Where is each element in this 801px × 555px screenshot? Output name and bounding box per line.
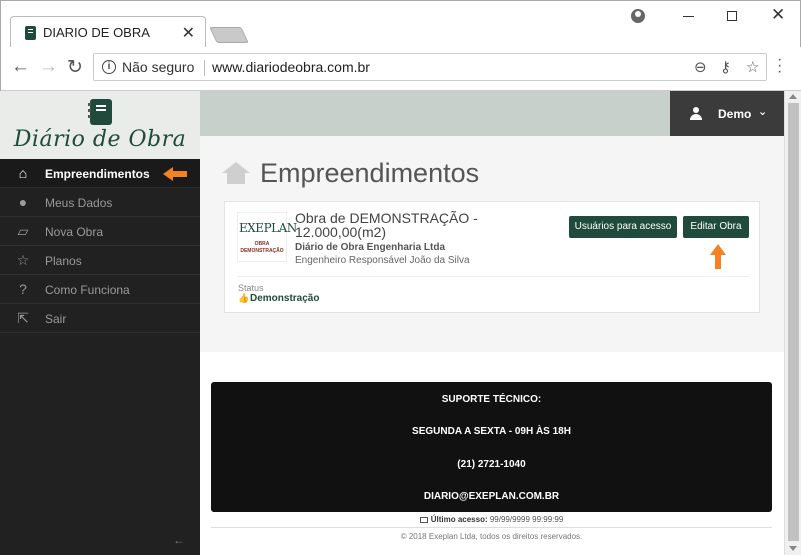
sidebar-item-label: Como Funciona — [45, 283, 130, 297]
company-logo-subtitle: OBRA DEMONSTRAÇÃO — [240, 241, 284, 254]
sidebar-item-label: Empreendimentos — [45, 167, 150, 181]
project-title: Obra de DEMONSTRAÇÃO - 12.000,00(m2) — [295, 210, 478, 240]
maximize-icon[interactable] — [727, 11, 737, 21]
info-icon[interactable]: i — [102, 60, 116, 74]
more-menu-icon[interactable]: · · · — [777, 52, 782, 80]
url-text[interactable]: www.diariodeobra.com.br — [212, 59, 370, 75]
page: Diário de Obra ⌂ Empreendimentos ● Meus … — [0, 91, 801, 555]
project-company: Diário de Obra Engenharia Ltda — [295, 242, 446, 253]
company-logo-name: EXEPLAN — [239, 221, 297, 235]
reload-icon[interactable]: ↻ — [67, 56, 83, 79]
main-content: Empreendimentos EXEPLAN OBRA DEMONSTRAÇÃ… — [200, 136, 784, 352]
arrow-up-icon — [710, 244, 726, 270]
status-value: Demonstração — [250, 293, 320, 304]
company-logo: EXEPLAN OBRA DEMONSTRAÇÃO — [237, 212, 297, 262]
sidebar-menu: ⌂ Empreendimentos ● Meus Dados ▱ Nova Ob… — [0, 159, 200, 333]
bookmark-star-icon[interactable]: ☆ — [746, 58, 759, 76]
project-card: EXEPLAN OBRA DEMONSTRAÇÃO Obra de DEMONS… — [224, 201, 760, 313]
question-icon: ? — [19, 281, 27, 297]
collapse-sidebar-icon[interactable]: ← — [173, 533, 185, 547]
notebook-icon — [88, 99, 112, 125]
sidebar-item-nova-obra[interactable]: ▱ Nova Obra — [0, 217, 200, 246]
edit-project-button[interactable]: Editar Obra — [683, 216, 749, 238]
sidebar-item-label: Planos — [45, 254, 82, 268]
zoom-icon[interactable]: ⊖ — [694, 58, 707, 76]
support-email[interactable]: DIARIO@EXEPLAN.COM.BR — [211, 491, 772, 502]
copyright: © 2018 Exeplan Ltda, todos os direitos r… — [400, 532, 583, 541]
favicon-icon — [25, 26, 36, 40]
scroll-up-icon[interactable] — [789, 94, 797, 99]
logo-text: Diário de Obra — [13, 127, 187, 152]
browser-window: DIARIO DE OBRA ✕ ✕ ← → ↻ i Não seguro ww… — [0, 0, 801, 91]
support-phone: (21) 2721-1040 — [457, 459, 526, 470]
support-hours: SEGUNDA A SEXTA - 09H ÀS 18H — [412, 426, 571, 437]
sidebar-item-label: Nova Obra — [45, 225, 104, 239]
sidebar-item-planos[interactable]: ☆ Planos — [0, 246, 200, 275]
sidebar-item-empreendimentos[interactable]: ⌂ Empreendimentos — [0, 159, 200, 188]
chevron-down-icon: ⌄ — [758, 106, 768, 118]
minimize-icon[interactable] — [683, 16, 694, 17]
status-label: Status — [238, 283, 264, 293]
user-icon: ● — [18, 194, 28, 210]
monitor-icon — [419, 516, 428, 523]
scroll-thumb[interactable] — [788, 103, 799, 541]
tab-title: DIARIO DE OBRA — [43, 25, 150, 40]
browser-tab[interactable]: DIARIO DE OBRA ✕ — [10, 16, 206, 48]
logo[interactable]: Diário de Obra — [0, 91, 200, 159]
scroll-down-icon[interactable] — [789, 546, 797, 551]
page-title: Empreendimentos — [260, 158, 480, 188]
users-access-button[interactable]: Usuários para acesso — [569, 216, 677, 238]
home-icon — [222, 162, 250, 184]
logout-icon: ⇱ — [17, 310, 29, 326]
user-icon — [690, 107, 702, 120]
tab-strip: DIARIO DE OBRA ✕ ✕ — [1, 1, 801, 48]
forward-icon[interactable]: → — [39, 56, 58, 78]
back-icon[interactable]: ← — [11, 56, 30, 78]
sidebar-item-label: Sair — [45, 312, 67, 326]
last-access-value: 99/99/9999 99:99:99 — [489, 515, 564, 524]
support-box: SUPORTE TÉCNICO: SEGUNDA A SEXTA - 09H À… — [211, 382, 772, 512]
status-badge: 👍Demonstração — [238, 293, 319, 304]
thumbs-up-icon: 👍 — [238, 293, 250, 303]
user-menu[interactable]: Demo ⌄ — [670, 91, 784, 136]
card-divider — [237, 276, 749, 277]
sidebar: Diário de Obra ⌂ Empreendimentos ● Meus … — [0, 91, 200, 555]
arrow-left-icon — [163, 167, 187, 181]
security-label: Não seguro — [122, 59, 195, 75]
map-icon: ▱ — [17, 223, 29, 239]
sidebar-item-meus-dados[interactable]: ● Meus Dados — [0, 188, 200, 217]
address-bar[interactable]: i Não seguro www.diariodeobra.com.br ⊖ ⚷… — [93, 53, 767, 81]
omnibox-divider — [204, 60, 205, 76]
sidebar-item-sair[interactable]: ⇱ Sair — [0, 304, 200, 333]
tab-close-icon[interactable]: ✕ — [182, 23, 195, 43]
project-engineer: Engenheiro Responsável João da Silva — [295, 255, 470, 266]
sidebar-item-como-funciona[interactable]: ? Como Funciona — [0, 275, 200, 304]
new-tab-button[interactable] — [209, 27, 249, 43]
last-access-label: Último acesso: — [430, 515, 488, 524]
user-name: Demo — [718, 107, 752, 121]
footer-divider — [211, 527, 772, 528]
profile-icon[interactable] — [631, 9, 645, 23]
home-icon: ⌂ — [18, 165, 28, 181]
scrollbar[interactable] — [784, 91, 801, 555]
star-icon: ☆ — [16, 252, 30, 268]
browser-toolbar: ← → ↻ i Não seguro www.diariodeobra.com.… — [1, 47, 801, 91]
key-icon[interactable]: ⚷ — [720, 58, 731, 76]
support-title: SUPORTE TÉCNICO: — [441, 394, 542, 405]
sidebar-item-label: Meus Dados — [45, 196, 113, 210]
window-close-icon[interactable]: ✕ — [771, 5, 785, 25]
last-access: Último acesso: 99/99/9999 99:99:99 — [211, 515, 772, 524]
